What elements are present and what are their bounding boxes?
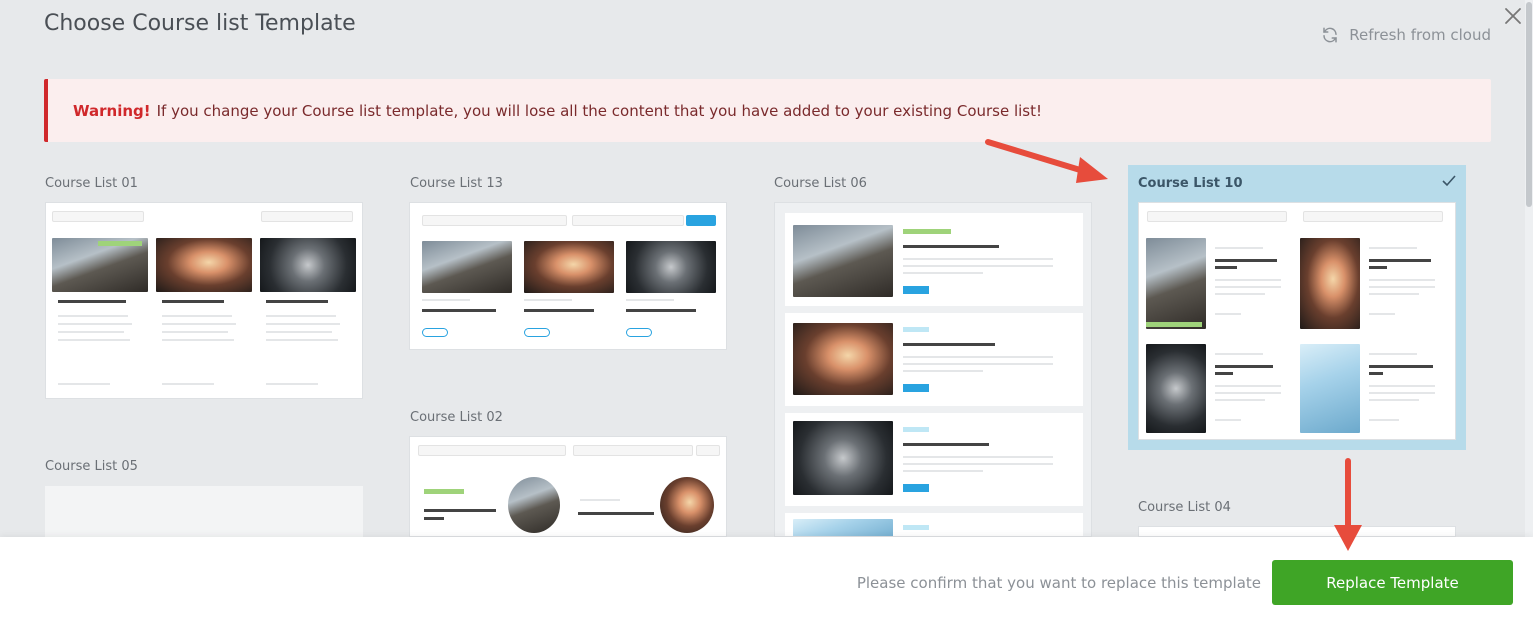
- template-card-course-list-02[interactable]: [409, 436, 727, 537]
- preview-image: [793, 225, 893, 297]
- preview-image: [1300, 344, 1360, 433]
- replace-template-button[interactable]: Replace Template: [1272, 560, 1513, 605]
- scrollbar-thumb[interactable]: [1526, 2, 1532, 207]
- preview-image: [626, 241, 716, 293]
- preview-image: [260, 238, 356, 292]
- check-icon: [1442, 175, 1456, 187]
- preview-search: [572, 215, 684, 226]
- modal-title: Choose Course list Template: [44, 11, 356, 36]
- preview-search-button: [696, 445, 720, 456]
- confirm-text: Please confirm that you want to replace …: [856, 574, 1261, 592]
- refresh-from-cloud-button[interactable]: Refresh from cloud: [1321, 26, 1491, 44]
- preview-image: [1300, 238, 1360, 329]
- template-label-course-list-01: Course List 01: [45, 176, 138, 191]
- preview-image: [52, 238, 148, 292]
- preview-image: [524, 241, 614, 293]
- template-card-course-list-04[interactable]: [1138, 526, 1456, 537]
- template-card-course-list-13[interactable]: [409, 202, 727, 350]
- preview-filter: [52, 211, 144, 222]
- preview-image: [793, 323, 893, 395]
- preview-filter: [422, 215, 567, 226]
- template-label-course-list-04: Course List 04: [1138, 500, 1231, 515]
- template-card-course-list-01[interactable]: [45, 202, 363, 399]
- template-label-course-list-06: Course List 06: [774, 176, 867, 191]
- preview-image: [508, 477, 560, 533]
- preview-image: [1146, 238, 1206, 329]
- close-button[interactable]: [1503, 6, 1523, 26]
- modal-footer: Please confirm that you want to replace …: [0, 537, 1533, 626]
- preview-filter: [418, 445, 566, 456]
- preview-image: [1146, 344, 1206, 433]
- preview-image: [422, 241, 512, 293]
- template-label-course-list-02: Course List 02: [410, 410, 503, 425]
- annotation-arrow-icon: [985, 139, 1108, 183]
- template-card-course-list-05[interactable]: [45, 486, 363, 537]
- warning-message: If you change your Course list template,…: [156, 101, 1043, 120]
- preview-search: [573, 445, 693, 456]
- preview-image: [793, 421, 893, 495]
- template-card-course-list-10-selected[interactable]: Course List 10: [1128, 165, 1466, 450]
- template-preview-course-list-10: [1138, 202, 1456, 440]
- preview-image: [793, 519, 893, 536]
- preview-image: [660, 477, 714, 533]
- template-label-course-list-13: Course List 13: [410, 176, 503, 191]
- template-card-course-list-06[interactable]: [774, 202, 1092, 537]
- preview-tag: [98, 241, 142, 246]
- warning-banner: Warning! If you change your Course list …: [44, 79, 1491, 142]
- warning-label: Warning!: [73, 101, 151, 120]
- preview-search-button: [686, 215, 716, 226]
- template-label-course-list-10: Course List 10: [1138, 176, 1243, 191]
- preview-search: [261, 211, 353, 222]
- refresh-label: Refresh from cloud: [1349, 26, 1491, 44]
- template-label-course-list-05: Course List 05: [45, 459, 138, 474]
- preview-image: [156, 238, 252, 292]
- refresh-icon: [1323, 27, 1338, 43]
- close-icon: [1505, 8, 1521, 24]
- scrollbar[interactable]: [1525, 0, 1533, 537]
